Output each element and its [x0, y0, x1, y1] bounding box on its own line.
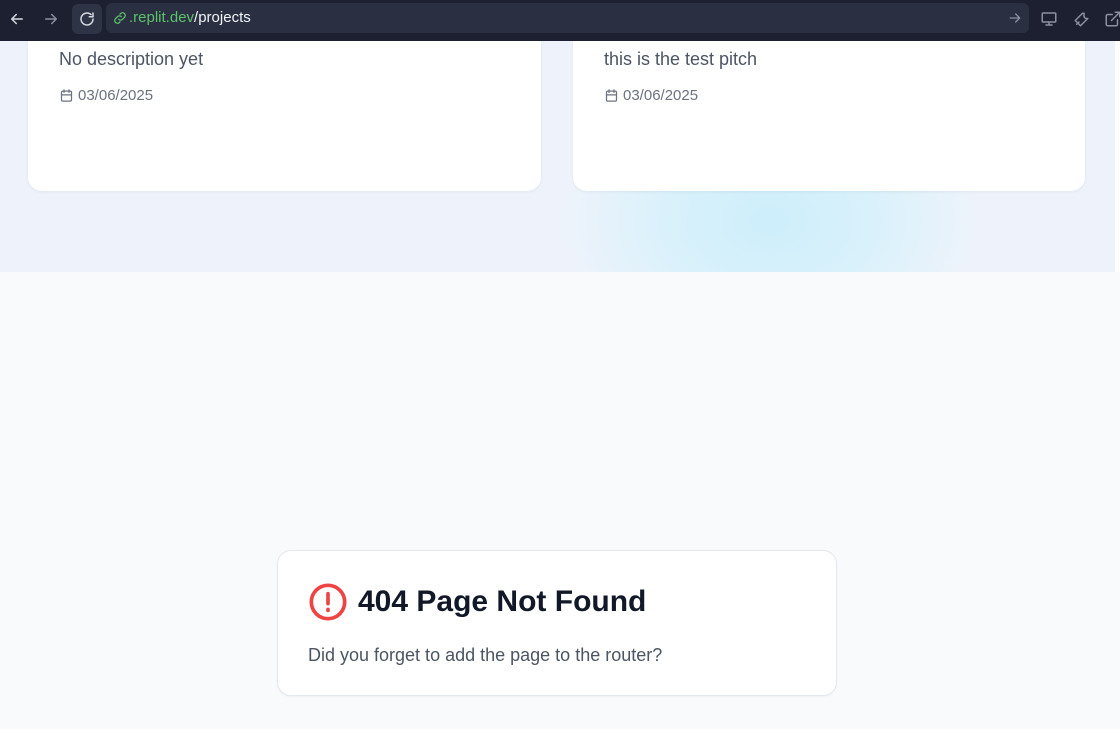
back-icon [11, 13, 23, 25]
open-new-tab-button[interactable] [1098, 4, 1120, 34]
project-date: 03/06/2025 [604, 87, 698, 104]
scrollbar-track[interactable] [1115, 41, 1120, 272]
reload-button[interactable] [72, 4, 102, 34]
link-icon [112, 10, 128, 26]
project-date-text: 03/06/2025 [78, 87, 154, 104]
project-card[interactable]: this is the test pitch 03/06/2025 [573, 41, 1085, 191]
reload-icon [80, 12, 94, 26]
external-link-icon [1105, 11, 1120, 27]
project-card[interactable]: No description yet 03/06/2025 [28, 41, 541, 191]
url-text: .replit.dev/projects [129, 10, 251, 26]
devtools-button[interactable] [1067, 4, 1097, 34]
forward-icon [45, 13, 57, 25]
projects-section: No description yet 03/06/2025 this is th… [0, 41, 1115, 272]
not-found-title: 404 Page Not Found [358, 585, 647, 618]
monitor-button[interactable] [1034, 4, 1064, 34]
monitor-icon [1041, 12, 1057, 26]
wrench-icon [1074, 12, 1089, 27]
url-domain: .replit.dev [129, 9, 195, 26]
project-description: this is the test pitch [604, 49, 758, 69]
alert-circle-icon [308, 582, 348, 622]
project-date-text: 03/06/2025 [623, 87, 699, 104]
url-path: /projects [194, 9, 251, 26]
go-arrow-icon[interactable] [1007, 10, 1023, 26]
project-description: No description yet [59, 49, 204, 69]
calendar-icon [605, 89, 618, 102]
not-found-message: Did you forget to add the page to the ro… [308, 645, 663, 665]
browser-toolbar: .replit.dev/projects [0, 0, 1120, 41]
not-found-card: 404 Page Not Found Did you forget to add… [277, 550, 837, 696]
project-date: 03/06/2025 [59, 87, 153, 104]
calendar-icon [60, 89, 73, 102]
address-bar[interactable]: .replit.dev/projects [106, 3, 1029, 33]
forward-button[interactable] [36, 4, 66, 34]
back-button[interactable] [2, 4, 32, 34]
